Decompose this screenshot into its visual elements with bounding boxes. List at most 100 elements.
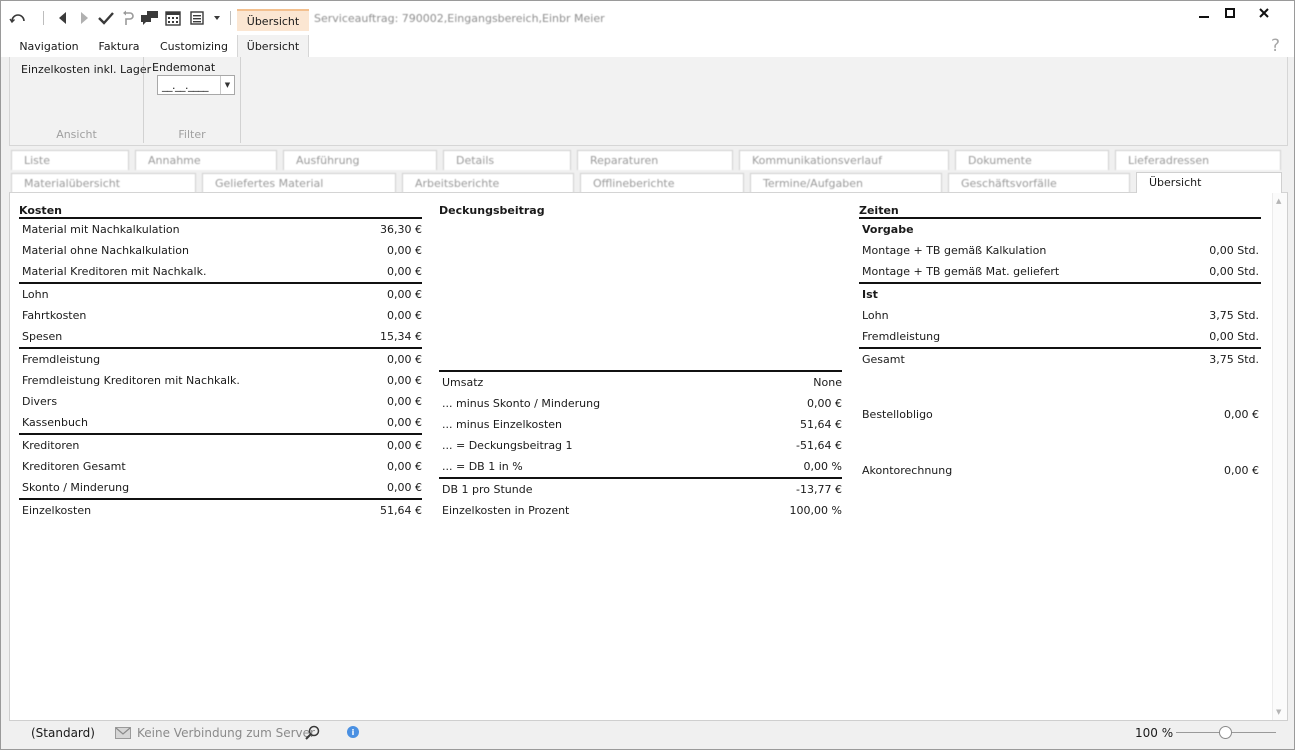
undo-icon[interactable] xyxy=(119,9,137,27)
kosten-row: Material mit Nachkalkulation 36,30 € xyxy=(22,223,422,239)
doctab-annahme[interactable]: Annahme xyxy=(135,150,277,170)
db-row: ... = Deckungsbeitrag 1 -51,64 € xyxy=(442,439,842,455)
row-label: Umsatz xyxy=(442,376,484,389)
divider xyxy=(19,498,422,500)
tab-customizing[interactable]: Customizing xyxy=(155,35,233,57)
divider xyxy=(859,217,1261,219)
deckungsbeitrag-title: Deckungsbeitrag xyxy=(439,204,545,217)
zeiten-title: Zeiten xyxy=(859,204,899,217)
close-button[interactable] xyxy=(1249,3,1279,23)
doctab-kommunikationsverlauf[interactable]: Kommunikationsverlauf xyxy=(739,150,949,170)
doctab-ausfuehrung[interactable]: Ausführung xyxy=(283,150,437,170)
row-value: 0,00 € xyxy=(387,374,422,387)
kosten-row: Divers 0,00 € xyxy=(22,395,422,411)
tab-navigation[interactable]: Navigation xyxy=(15,35,83,57)
forward-icon[interactable] xyxy=(75,9,93,27)
divider xyxy=(859,282,1261,284)
overview-content: Kosten Material mit Nachkalkulation 36,30… xyxy=(9,192,1288,721)
doctab-geliefertes-material[interactable]: Geliefertes Material xyxy=(202,173,396,193)
row-label: Spesen xyxy=(22,330,63,343)
doctab-materialuebersicht[interactable]: Materialübersicht xyxy=(11,173,196,193)
db-row: Umsatz None xyxy=(442,376,842,392)
db-row: DB 1 pro Stunde -13,77 € xyxy=(442,483,842,499)
tab-faktura[interactable]: Faktura xyxy=(91,35,147,57)
zeiten-row: Fremdleistung 0,00 Std. xyxy=(862,330,1259,346)
help-icon[interactable]: ? xyxy=(1271,36,1280,56)
row-value: 0,00 € xyxy=(387,309,422,322)
doctab-dokumente[interactable]: Dokumente xyxy=(955,150,1109,170)
row-label: DB 1 pro Stunde xyxy=(442,483,533,496)
kosten-row: Fahrtkosten 0,00 € xyxy=(22,309,422,325)
maximize-button[interactable] xyxy=(1215,3,1245,23)
zoom-slider-thumb[interactable] xyxy=(1219,726,1232,739)
back-icon[interactable] xyxy=(54,9,72,27)
row-value: 3,75 Std. xyxy=(1209,353,1259,366)
doctab-offlineberichte[interactable]: Offlineberichte xyxy=(580,173,744,193)
row-value: 100,00 % xyxy=(789,504,842,517)
row-label: Akontorechnung xyxy=(862,464,953,477)
row-value: 0,00 Std. xyxy=(1209,244,1259,257)
scroll-down-icon[interactable]: ▼ xyxy=(1276,708,1281,716)
kosten-row: Material ohne Nachkalkulation 0,00 € xyxy=(22,244,422,260)
einzelkosten-inkl-lager-button[interactable]: Einzelkosten inkl. Lager xyxy=(21,63,151,76)
row-label: ... = DB 1 in % xyxy=(442,460,523,473)
doctab-liste[interactable]: Liste xyxy=(11,150,129,170)
divider xyxy=(439,477,842,479)
connection-status: Keine Verbindung zum Server xyxy=(137,726,315,740)
doctab-lieferadressen[interactable]: Lieferadressen xyxy=(1115,150,1281,170)
row-label: Montage + TB gemäß Mat. geliefert xyxy=(862,265,1060,278)
doctab-arbeitsberichte[interactable]: Arbeitsberichte xyxy=(402,173,574,193)
row-label: Material mit Nachkalkulation xyxy=(22,223,180,236)
db-row: ... = DB 1 in % 0,00 % xyxy=(442,460,842,476)
doctab-reparaturen[interactable]: Reparaturen xyxy=(577,150,733,170)
row-value: 0,00 Std. xyxy=(1209,330,1259,343)
vertical-scrollbar[interactable]: ▲ ▼ xyxy=(1272,193,1287,720)
ribbon-group-caption: Ansicht xyxy=(56,128,97,141)
tab-uebersicht[interactable]: Übersicht xyxy=(237,35,309,57)
row-value: 0,00 € xyxy=(387,416,422,429)
sync-icon[interactable] xyxy=(9,9,27,27)
row-value: 0,00 € xyxy=(1224,464,1259,477)
zeiten-row: Montage + TB gemäß Mat. geliefert 0,00 St… xyxy=(862,265,1259,281)
endemonat-date-field[interactable]: __.__.____ ▼ xyxy=(157,75,235,95)
chevron-down-icon[interactable]: ▼ xyxy=(220,76,234,94)
window-title: Serviceauftrag: 790002,Eingangsbereich,E… xyxy=(314,12,605,25)
doctab-termine-aufgaben[interactable]: Termine/Aufgaben xyxy=(750,173,942,193)
row-value: 0,00 € xyxy=(807,397,842,410)
doctab-uebersicht[interactable]: Übersicht xyxy=(1136,172,1282,193)
row-value: 0,00 € xyxy=(387,353,422,366)
row-label: Einzelkosten in Prozent xyxy=(442,504,570,517)
title-bar: Übersicht Serviceauftrag: 790002,Eingang… xyxy=(1,1,1294,35)
doctab-geschaeftsvorfaelle[interactable]: Geschäftsvorfälle xyxy=(948,173,1130,193)
zeiten-subheading: Ist xyxy=(862,288,1259,304)
calendar-icon[interactable] xyxy=(164,9,182,27)
divider xyxy=(859,347,1261,349)
row-label: Fremdleistung xyxy=(22,353,101,366)
kosten-row: Skonto / Minderung 0,00 € xyxy=(22,481,422,497)
divider xyxy=(439,370,842,372)
row-value: 0,00 € xyxy=(387,395,422,408)
search-icon[interactable] xyxy=(305,725,320,743)
akontorechnung-row: Akontorechnung 0,00 € xyxy=(862,464,1259,480)
profile-label[interactable]: (Standard) xyxy=(31,726,95,740)
row-value: 0,00 € xyxy=(387,265,422,278)
row-label: Lohn xyxy=(22,288,49,301)
row-label: Skonto / Minderung xyxy=(22,481,130,494)
quick-access-dropdown-icon[interactable] xyxy=(208,9,226,27)
date-value[interactable]: __.__.____ xyxy=(158,79,220,92)
scroll-up-icon[interactable]: ▲ xyxy=(1276,197,1281,205)
row-value: 0,00 € xyxy=(387,244,422,257)
ribbon-panel: Einzelkosten inkl. Lager Ansicht Endemon… xyxy=(9,57,1288,146)
comments-icon[interactable] xyxy=(141,9,159,27)
list-icon[interactable] xyxy=(188,9,206,27)
check-icon[interactable] xyxy=(97,9,115,27)
divider xyxy=(19,433,422,435)
row-value: 0,00 % xyxy=(803,460,842,473)
doctab-details[interactable]: Details xyxy=(443,150,571,170)
kosten-row: Material Kreditoren mit Nachkalk. 0,00 € xyxy=(22,265,422,281)
row-label: Einzelkosten xyxy=(22,504,92,517)
row-value: 15,34 € xyxy=(380,330,422,343)
zoom-label: 100 % xyxy=(1135,726,1174,740)
kosten-row: Lohn 0,00 € xyxy=(22,288,422,304)
info-icon[interactable]: i xyxy=(347,726,359,738)
